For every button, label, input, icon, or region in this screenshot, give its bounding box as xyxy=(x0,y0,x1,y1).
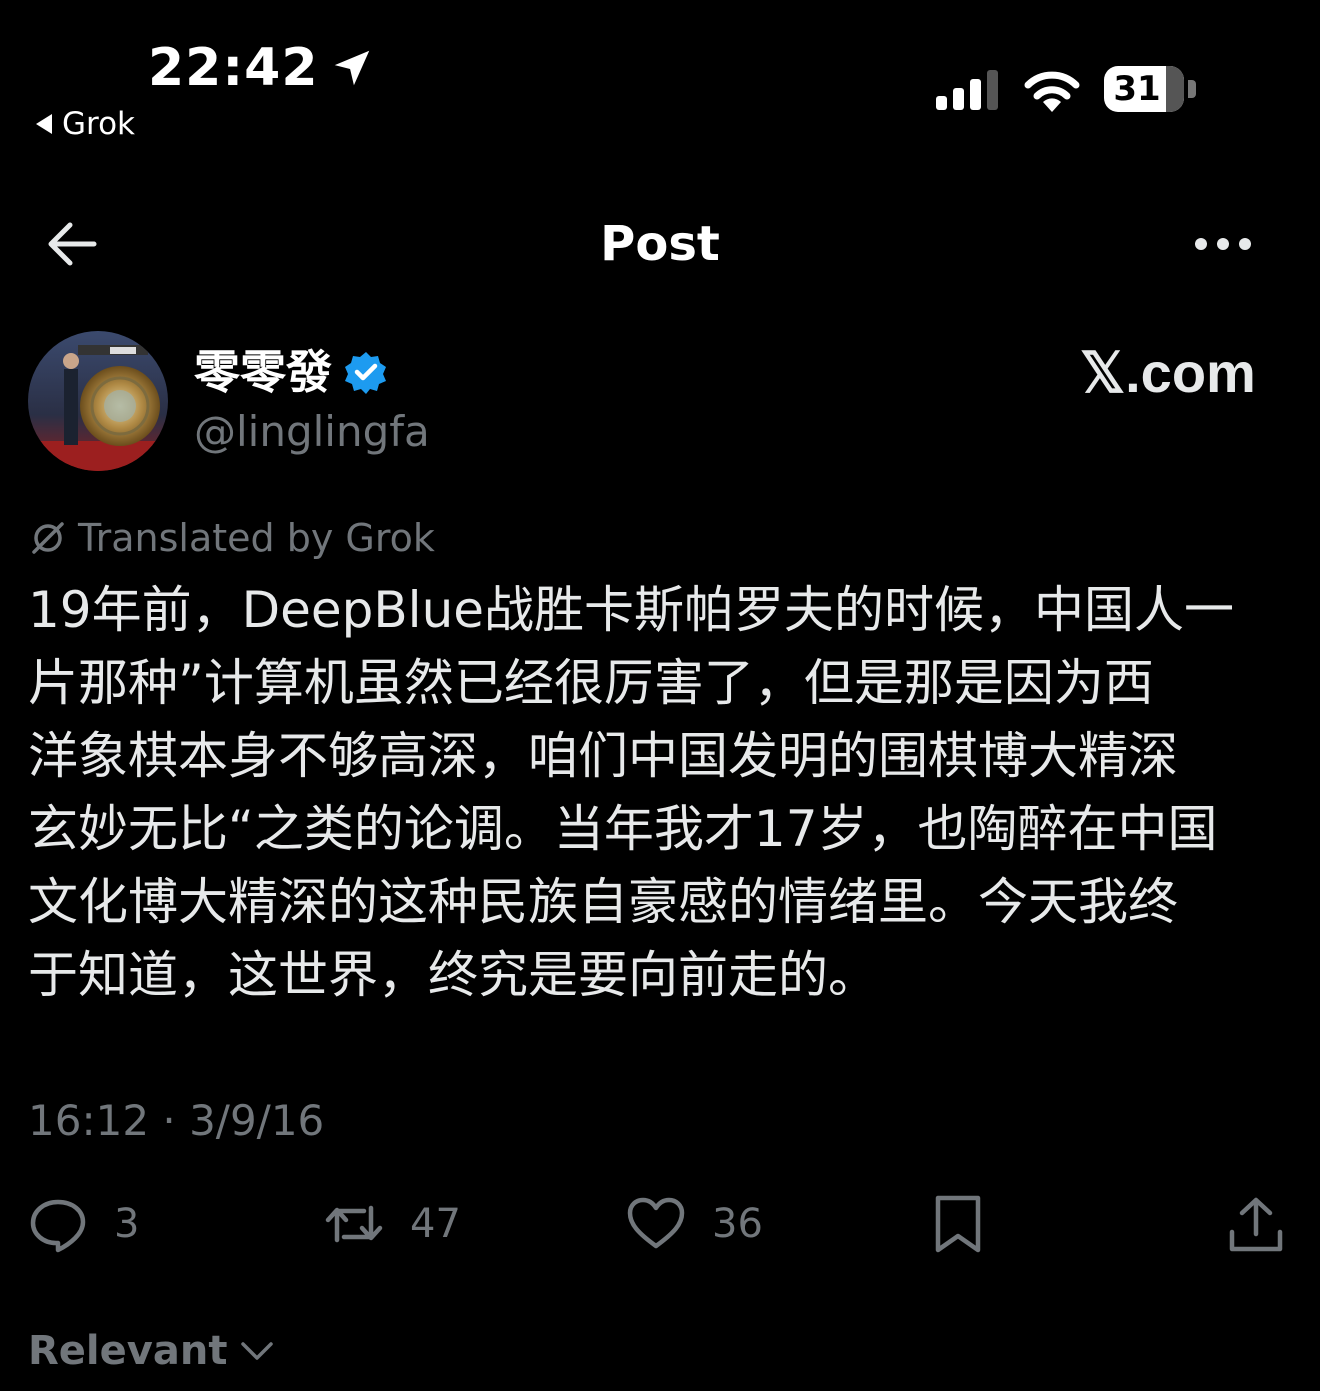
back-triangle-icon xyxy=(36,114,52,134)
back-to-app-link[interactable]: Grok xyxy=(36,104,135,144)
bookmark-icon xyxy=(935,1195,981,1253)
reply-sort-dropdown[interactable]: Relevant xyxy=(28,1324,275,1378)
location-arrow-icon xyxy=(334,50,369,86)
share-button[interactable] xyxy=(1226,1192,1286,1256)
reply-sort-label: Relevant xyxy=(28,1328,228,1374)
status-time: 22:42 xyxy=(148,38,375,98)
reply-icon xyxy=(30,1199,86,1253)
repost-icon xyxy=(325,1205,383,1243)
repost-button[interactable]: 47 xyxy=(324,1192,461,1256)
status-time-text: 22:42 xyxy=(148,38,319,98)
heart-icon xyxy=(627,1197,685,1249)
like-count: 36 xyxy=(712,1201,763,1247)
page-title: Post xyxy=(600,216,720,272)
post-timestamp: 16:12 · 3/9/16 xyxy=(28,1096,325,1145)
battery-indicator: 31 xyxy=(1104,66,1184,112)
translation-note-text: Translated by Grok xyxy=(78,516,435,560)
battery-level: 31 xyxy=(1113,69,1161,109)
cellular-signal-icon xyxy=(936,70,998,110)
battery-cap xyxy=(1188,80,1196,98)
like-button[interactable]: 36 xyxy=(626,1192,763,1256)
x-com-watermark: 𝕏.com xyxy=(1080,341,1256,404)
repost-count: 47 xyxy=(410,1201,461,1247)
author-handle[interactable]: @linglingfa xyxy=(194,404,430,460)
wifi-icon xyxy=(1024,71,1080,112)
post-text: 19年前，DeepBlue战胜卡斯帕罗夫的时候，中国人一 片那种”计算机虽然已经… xyxy=(28,581,1235,1004)
author-display-name: 零零發 xyxy=(194,345,332,399)
back-app-label: Grok xyxy=(62,106,136,142)
bookmark-button[interactable] xyxy=(928,1192,988,1256)
reply-count: 3 xyxy=(114,1201,140,1247)
verified-badge-icon xyxy=(345,352,386,394)
chevron-down-icon xyxy=(241,1342,274,1360)
grok-logo-icon xyxy=(32,522,64,554)
avatar-image xyxy=(28,331,168,471)
more-options-icon[interactable] xyxy=(1190,224,1256,264)
translation-note: Translated by Grok xyxy=(28,514,435,562)
avatar[interactable] xyxy=(28,331,168,471)
reply-button[interactable]: 3 xyxy=(28,1192,139,1256)
author-name[interactable]: 零零發 xyxy=(194,342,388,402)
share-icon xyxy=(1229,1197,1283,1252)
